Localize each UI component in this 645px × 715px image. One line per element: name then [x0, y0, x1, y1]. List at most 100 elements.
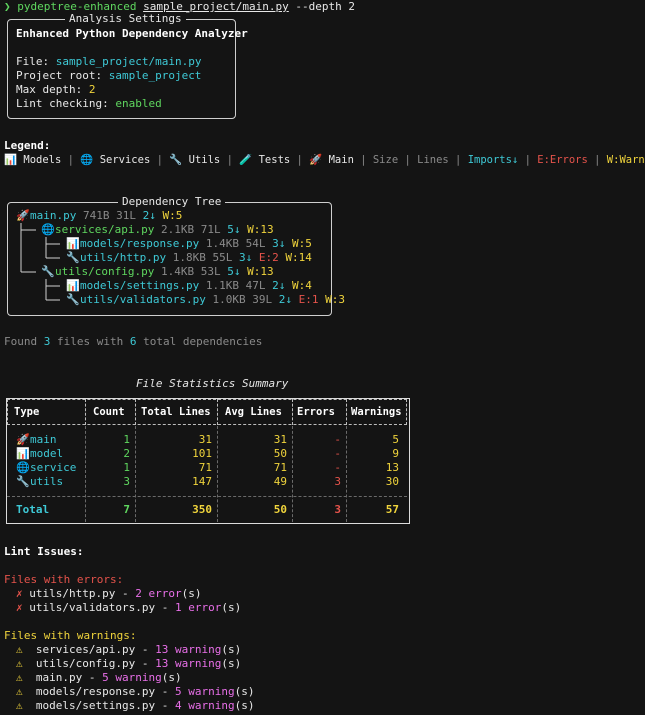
file-type-icon: 🔧 [66, 293, 80, 306]
legend-sep: | [353, 154, 373, 166]
lint-file: models/response.py [35, 685, 156, 698]
stats-cell-total: 31 [198, 433, 212, 446]
warning-icon: ⚠ [16, 657, 23, 670]
stats-header-4: Errors [297, 406, 335, 418]
tree-node-errors: E:1 [298, 293, 319, 306]
stats-cell-count: 1 [123, 433, 130, 446]
command-flag: --depth 2 [295, 0, 356, 13]
stats-total-type: Total [16, 503, 50, 516]
legend-warnings: W:Warnings [606, 154, 645, 166]
stats-title: File Statistics Summary [136, 377, 289, 390]
tree-node-lines: 71L [200, 223, 221, 236]
lint-word: error [148, 587, 182, 600]
lint-suffix: (s) [221, 657, 242, 670]
tree-node-name: main.py [30, 209, 77, 222]
lint-suffix: (s) [234, 685, 255, 698]
found-summary: Found 3 files with 6 total dependencies [4, 335, 262, 349]
file-type-icon: 📊 [66, 279, 80, 292]
stats-cell-warnings: 13 [385, 461, 399, 474]
tree-node: 🌐services/api.py 2.1KB 71L 5↓ W:13 [41, 223, 274, 237]
tree-node-warnings: W:5 [162, 209, 183, 222]
legend-size: Size [372, 154, 399, 166]
stats-cell-total: 147 [192, 475, 212, 488]
stats-cell-total: 101 [192, 447, 212, 460]
lint-file: models/settings.py [35, 699, 156, 712]
lint-word: warning [188, 685, 235, 698]
tree-node-name: utils/config.py [55, 265, 155, 278]
warning-icon: ⚠ [16, 671, 23, 684]
tree-node-size: 1.0KB [212, 293, 246, 306]
stats-cell-avg: 50 [273, 447, 287, 460]
lint-suffix: (s) [181, 587, 202, 600]
lint-errors-title: Files with errors: [4, 573, 124, 586]
stats-type-label: utils [30, 475, 64, 488]
lint-sep: - [155, 601, 175, 614]
settings-lint-label: Lint checking: [16, 97, 116, 110]
tree-node-warnings: W:13 [247, 265, 274, 278]
lint-count: 4 [174, 699, 182, 712]
lint-file: services/api.py [35, 643, 136, 656]
stats-cell-errors: - [334, 447, 341, 460]
file-type-icon: 🚀 [16, 209, 30, 222]
lint-item: ⚠ utils/config.py - 13 warning(s) [16, 657, 241, 671]
tree-node-imports: 3↓ [238, 251, 253, 264]
legend-sep: | [448, 154, 468, 166]
tree-node-warnings: W:3 [325, 293, 345, 306]
tree-node-name: utils/http.py [80, 251, 167, 264]
stats-total-count: 7 [123, 503, 130, 516]
tree-node-name: services/api.py [55, 223, 155, 236]
lint-sep: - [82, 671, 103, 684]
legend-sep: | [398, 154, 418, 166]
legend-imports: Imports↓ [467, 154, 519, 166]
stats-cell-type: 📊model [16, 447, 81, 461]
tree-node-errors: E:2 [258, 251, 279, 264]
stats-header-0: Type [14, 406, 40, 418]
lint-suffix: (s) [221, 643, 242, 656]
tree-node-lines: 54L [245, 237, 266, 250]
stats-cell-warnings: 9 [392, 447, 399, 460]
legend-errors: E:Errors [537, 154, 588, 166]
tree-node-lines: 31L [116, 209, 136, 222]
file-type-icon: 📊 [66, 237, 80, 250]
stats-cell-errors: 3 [334, 475, 341, 488]
tree-node: 📊models/settings.py 1.1KB 47L 2↓ W:4 [66, 279, 312, 293]
settings-heading: Enhanced Python Dependency Analyzer [16, 27, 248, 40]
tree-node-warnings: W:13 [247, 223, 274, 236]
lint-count: 5 [174, 685, 182, 698]
stats-cell-type: 🚀main [16, 433, 81, 447]
tree-node-size: 2.1KB [160, 223, 195, 236]
tree-node-size: 1.8KB [172, 251, 206, 264]
file-type-icon: 🌐 [16, 461, 30, 474]
lint-word: warning [188, 699, 235, 712]
stats-cell-avg: 49 [273, 475, 287, 488]
legend-models: 📊 Models [4, 154, 62, 166]
warning-icon: ⚠ [16, 685, 23, 698]
settings-root-label: Project root: [16, 69, 109, 82]
stats-header-3: Avg Lines [225, 406, 282, 418]
stats-cell-count: 1 [123, 461, 130, 474]
legend-sep: | [150, 154, 170, 166]
settings-file-row: File: sample_project/main.py [16, 55, 201, 69]
settings-lint-row: Lint checking: enabled [16, 97, 162, 111]
lint-item: ⚠ main.py - 5 warning(s) [16, 671, 182, 685]
lint-file: main.py [35, 671, 83, 684]
file-type-icon: 🔧 [16, 475, 30, 488]
tree-node: 🔧utils/config.py 1.4KB 53L 5↓ W:13 [41, 265, 274, 279]
tree-node-imports: 2↓ [272, 279, 286, 292]
stats-cell-errors: - [334, 433, 341, 446]
settings-root-row: Project root: sample_project [16, 69, 201, 83]
lint-item: ⚠ models/settings.py - 4 warning(s) [16, 699, 254, 713]
file-type-icon: 🔧 [66, 251, 80, 264]
stats-cell-warnings: 30 [385, 475, 399, 488]
tree-node-size: 741B [82, 209, 110, 222]
tree-node-size: 1.1KB [205, 279, 239, 292]
lint-count: 5 [102, 671, 109, 684]
stats-header-2: Total Lines [141, 406, 211, 418]
legend-services: 🌐 Services [80, 154, 151, 166]
error-mark-icon: ✗ [16, 587, 23, 600]
stats-cell-count: 3 [123, 475, 130, 488]
tree-node-name: utils/validators.py [80, 293, 206, 306]
tree-node-name: models/settings.py [80, 279, 200, 292]
legend-main: 🚀 Main [309, 154, 354, 166]
stats-cell-type: 🔧utils [16, 475, 81, 489]
